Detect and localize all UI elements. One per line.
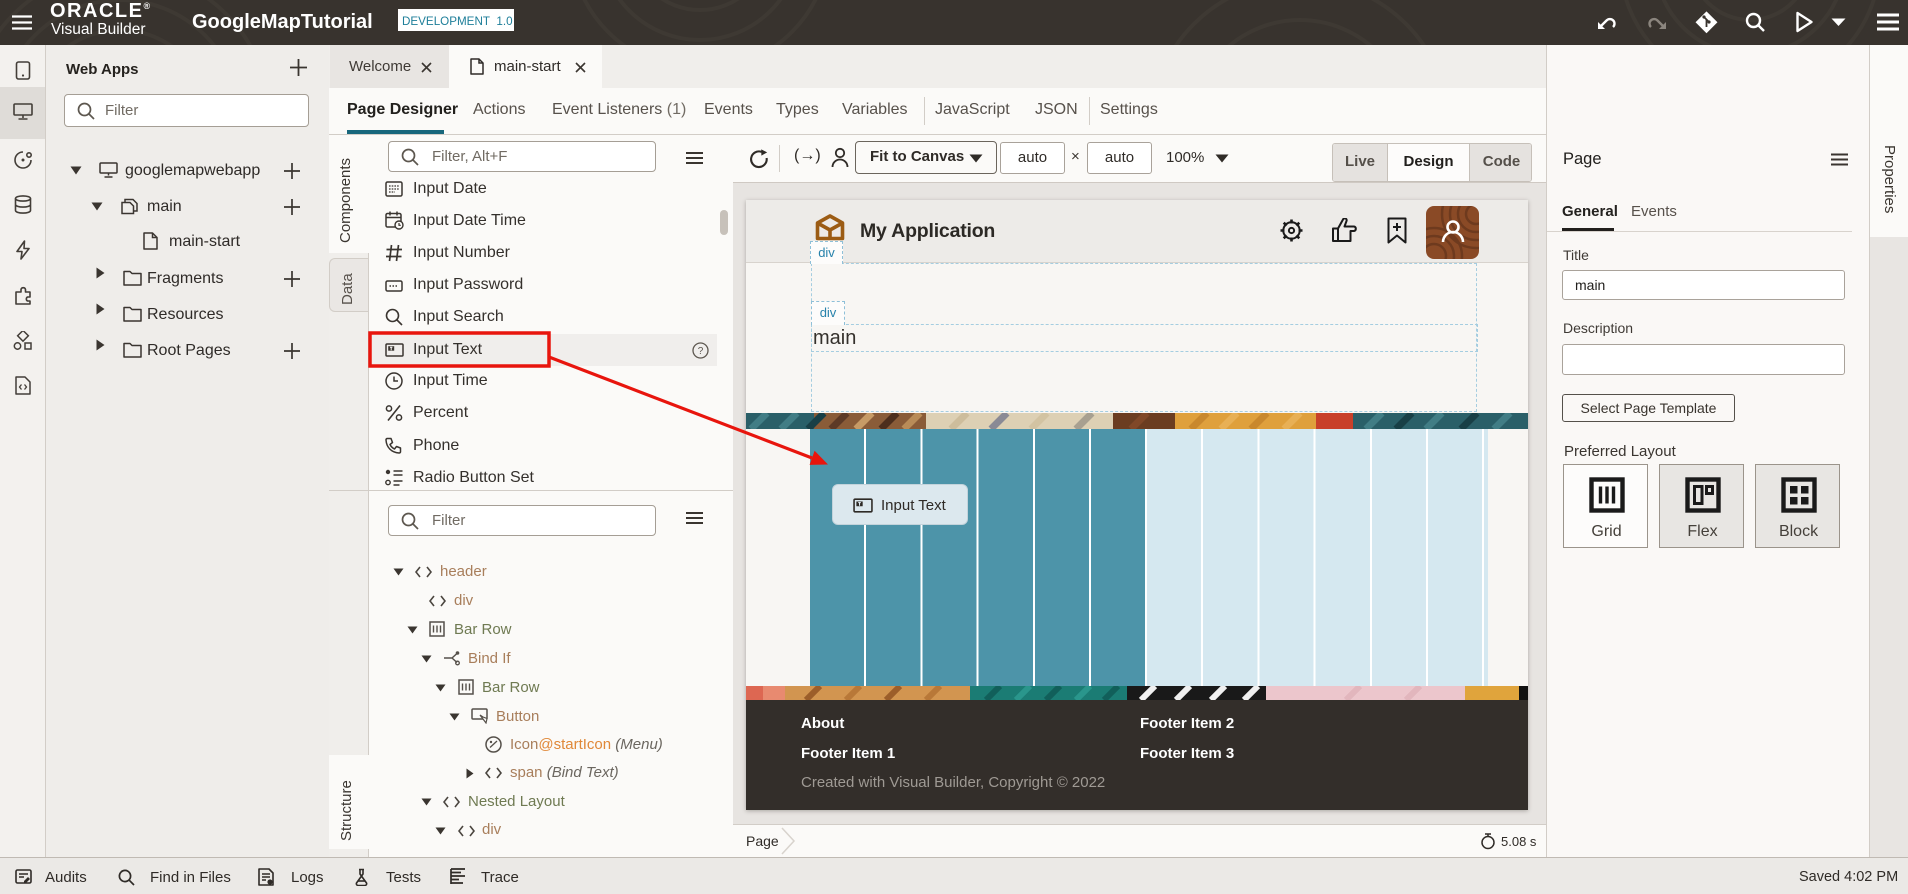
svg-text:?: ? xyxy=(698,346,704,357)
